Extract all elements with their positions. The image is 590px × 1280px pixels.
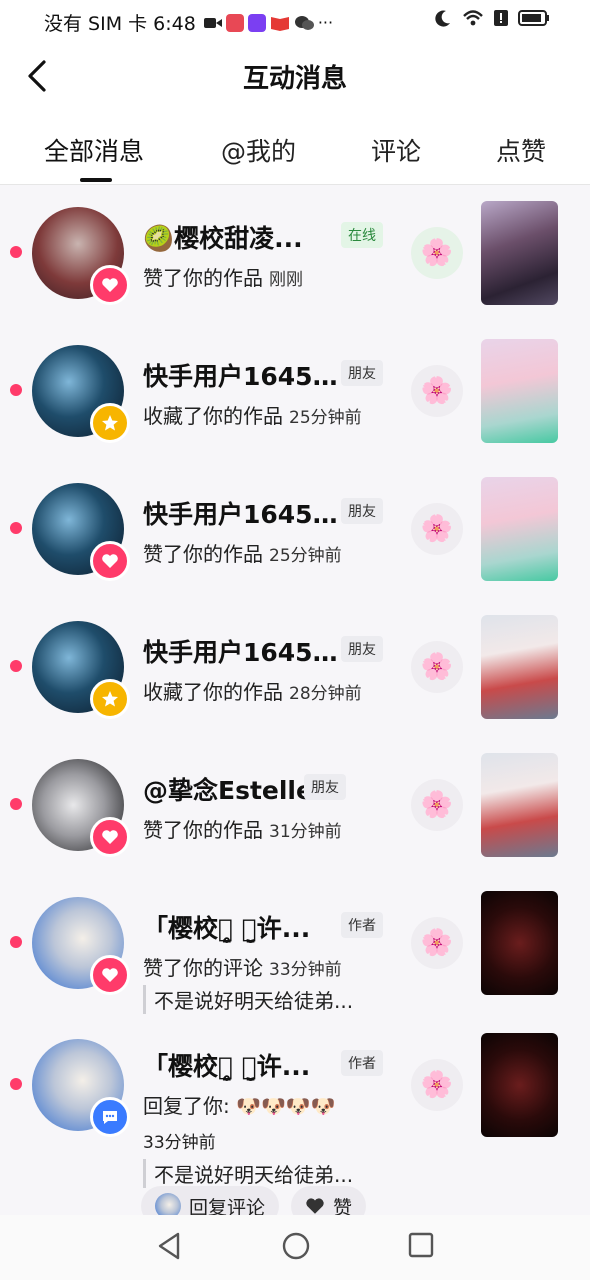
quoted-comment: 不是说好明天给徒弟... bbox=[143, 985, 353, 1014]
message-time: 33分钟前 bbox=[143, 1133, 216, 1153]
message-time: 31分钟前 bbox=[269, 822, 342, 842]
heart-badge-icon bbox=[90, 541, 130, 581]
system-nav-bar bbox=[0, 1215, 590, 1280]
heart-badge-icon bbox=[90, 265, 130, 305]
friend-tag: 朋友 bbox=[341, 498, 383, 524]
sender-name[interactable]: @挚念Estelle bbox=[143, 771, 313, 807]
more-icon: ··· bbox=[317, 13, 334, 32]
flower-gift-icon[interactable]: 🌸 bbox=[411, 641, 463, 693]
tab-mentions[interactable]: @我的 bbox=[221, 132, 296, 168]
post-thumbnail[interactable] bbox=[481, 891, 558, 995]
flower-gift-icon[interactable]: 🌸 bbox=[411, 365, 463, 417]
list-item[interactable]: 「樱校ꪔ̤̥ ꪔ̤̮许... 作者 赞了你的评论 33分钟前 不是说好明天给徒弟.… bbox=[0, 875, 590, 1014]
sender-name[interactable]: 快手用户1645... bbox=[143, 357, 338, 393]
wechat-icon bbox=[294, 15, 314, 30]
app-icon bbox=[247, 13, 266, 32]
unread-dot bbox=[10, 798, 22, 810]
flower-gift-icon[interactable]: 🌸 bbox=[411, 779, 463, 831]
heart-icon bbox=[306, 1198, 324, 1214]
flower-gift-icon[interactable]: 🌸 bbox=[411, 227, 463, 279]
sender-name[interactable]: 快手用户1645... bbox=[143, 633, 338, 669]
flower-gift-icon[interactable]: 🌸 bbox=[411, 917, 463, 969]
star-badge-icon bbox=[90, 679, 130, 719]
friend-tag: 朋友 bbox=[341, 636, 383, 662]
sender-name[interactable]: 🥝樱校甜凌... bbox=[143, 219, 303, 255]
alert-icon bbox=[494, 10, 508, 26]
message-list: 🥝樱校甜凌... 在线 赞了你的作品 刚刚 🌸 快手用户1645... 朋友 收藏… bbox=[0, 185, 590, 1215]
sender-name[interactable]: 「樱校ꪔ̤̥ ꪔ̤̮许... bbox=[143, 909, 310, 945]
reply-badge-icon bbox=[90, 1097, 130, 1137]
unread-dot bbox=[10, 936, 22, 948]
list-item[interactable]: 快手用户1645... 朋友 收藏了你的作品 25分钟前 🌸 bbox=[0, 323, 590, 461]
flower-gift-icon[interactable]: 🌸 bbox=[411, 503, 463, 555]
list-item[interactable]: @挚念Estelle 朋友 赞了你的作品 31分钟前 🌸 bbox=[0, 737, 590, 875]
unread-dot bbox=[10, 522, 22, 534]
message-action: 回复了你: 🐶🐶🐶🐶 bbox=[143, 1094, 336, 1118]
star-badge-icon bbox=[90, 403, 130, 443]
author-tag: 作者 bbox=[341, 912, 383, 938]
nav-back-icon[interactable] bbox=[156, 1231, 182, 1261]
friend-tag: 朋友 bbox=[341, 360, 383, 386]
unread-dot bbox=[10, 660, 22, 672]
app-icon bbox=[225, 13, 244, 32]
page-title: 互动消息 bbox=[242, 64, 347, 94]
message-action: 收藏了你的作品 25分钟前 bbox=[143, 404, 362, 428]
message-action: 收藏了你的作品 28分钟前 bbox=[143, 680, 362, 704]
post-thumbnail[interactable] bbox=[481, 753, 558, 857]
tab-likes[interactable]: 点赞 bbox=[496, 132, 546, 168]
friend-tag: 朋友 bbox=[304, 774, 346, 800]
post-thumbnail[interactable] bbox=[481, 477, 558, 581]
moon-icon bbox=[435, 10, 450, 27]
nav-home-icon[interactable] bbox=[281, 1231, 311, 1261]
tab-bar: 全部消息 @我的 评论 点赞 bbox=[0, 116, 590, 185]
list-item[interactable]: 快手用户1645... 朋友 收藏了你的作品 28分钟前 🌸 bbox=[0, 599, 590, 737]
book-icon bbox=[270, 16, 289, 31]
post-thumbnail[interactable] bbox=[481, 201, 558, 305]
post-thumbnail[interactable] bbox=[481, 1033, 558, 1137]
message-action: 赞了你的作品 25分钟前 bbox=[143, 542, 342, 566]
message-time: 25分钟前 bbox=[289, 408, 362, 428]
message-time: 刚刚 bbox=[269, 270, 303, 290]
nav-recents-icon[interactable] bbox=[407, 1231, 435, 1259]
tab-underline bbox=[80, 178, 112, 182]
sender-name[interactable]: 「樱校ꪔ̤̥ ꪔ̤̮许... bbox=[143, 1047, 310, 1083]
list-item[interactable]: 快手用户1645... 朋友 赞了你的作品 25分钟前 🌸 bbox=[0, 461, 590, 599]
status-bar: 没有 SIM 卡 6:48 ··· bbox=[0, 0, 590, 40]
message-time: 28分钟前 bbox=[289, 684, 362, 704]
message-time: 33分钟前 bbox=[269, 960, 342, 980]
heart-badge-icon bbox=[90, 817, 130, 857]
heart-badge-icon bbox=[90, 955, 130, 995]
message-action: 赞了你的作品 刚刚 bbox=[143, 266, 303, 290]
flower-gift-icon[interactable]: 🌸 bbox=[411, 1059, 463, 1111]
tab-comments[interactable]: 评论 bbox=[371, 132, 421, 168]
unread-dot bbox=[10, 384, 22, 396]
battery-icon bbox=[518, 10, 549, 26]
message-time: 25分钟前 bbox=[269, 546, 342, 566]
online-tag: 在线 bbox=[341, 222, 383, 248]
video-icon bbox=[203, 17, 222, 28]
post-thumbnail[interactable] bbox=[481, 615, 558, 719]
carrier-time: 没有 SIM 卡 6:48 bbox=[44, 13, 196, 35]
list-item[interactable]: 「樱校ꪔ̤̥ ꪔ̤̮许... 作者 回复了你: 🐶🐶🐶🐶 33分钟前 不是说好明… bbox=[0, 1013, 590, 1215]
message-action: 赞了你的评论 33分钟前 bbox=[143, 956, 342, 980]
unread-dot bbox=[10, 1078, 22, 1090]
author-tag: 作者 bbox=[341, 1050, 383, 1076]
quoted-comment: 不是说好明天给徒弟... bbox=[143, 1159, 353, 1188]
sender-name[interactable]: 快手用户1645... bbox=[143, 495, 338, 531]
wifi-icon bbox=[463, 10, 483, 26]
header: 互动消息 bbox=[0, 40, 590, 116]
list-item[interactable]: 🥝樱校甜凌... 在线 赞了你的作品 刚刚 🌸 bbox=[0, 185, 590, 323]
tab-all-messages[interactable]: 全部消息 bbox=[44, 132, 144, 168]
unread-dot bbox=[10, 246, 22, 258]
message-action: 赞了你的作品 31分钟前 bbox=[143, 818, 342, 842]
post-thumbnail[interactable] bbox=[481, 339, 558, 443]
